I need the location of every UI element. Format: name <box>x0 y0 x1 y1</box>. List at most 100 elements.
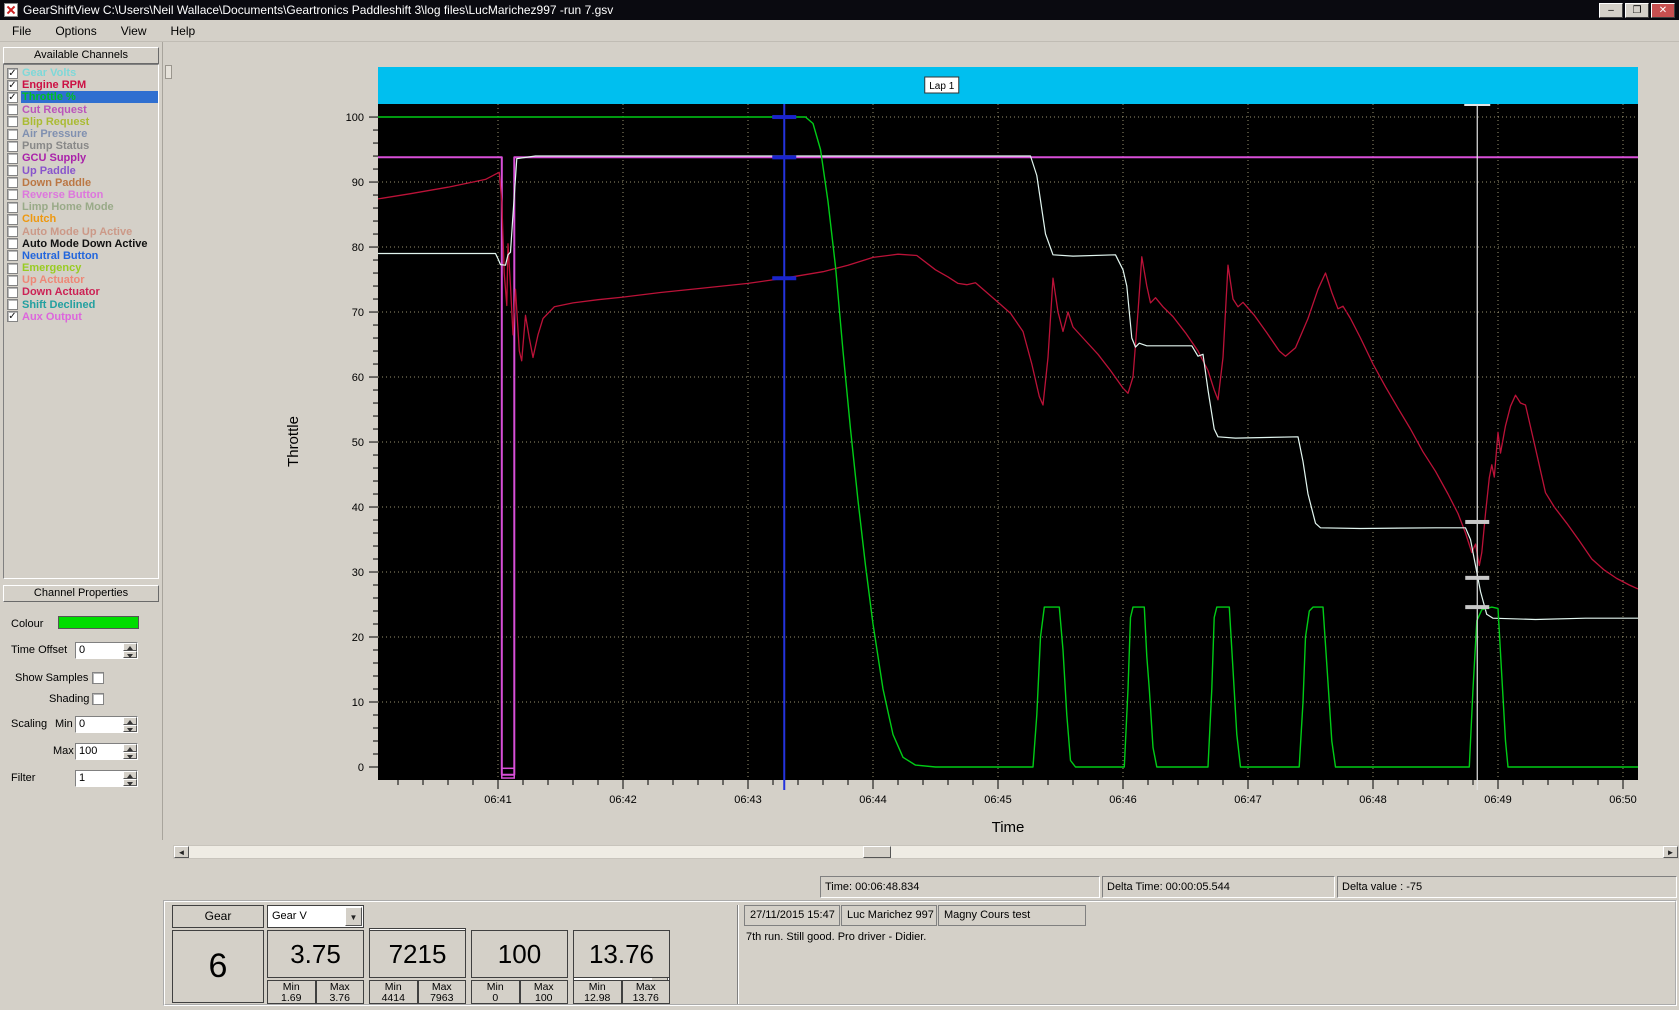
channel-label-wrap: Reverse Button <box>21 189 158 201</box>
cursor-white-mark <box>1465 575 1490 580</box>
menu-item-file[interactable]: File <box>0 21 43 41</box>
channel-checkbox[interactable] <box>7 274 18 286</box>
show-samples-label: Show Samples <box>15 672 89 684</box>
show-samples-checkbox[interactable] <box>92 672 104 684</box>
time-offset-input[interactable]: 0 <box>75 642 138 659</box>
sidebar-splitter[interactable] <box>162 42 173 840</box>
channel-checkbox[interactable] <box>7 116 18 128</box>
channel-item[interactable]: Cut Request <box>4 104 158 116</box>
spinner-up-icon[interactable] <box>123 717 137 725</box>
filter-input[interactable]: 1 <box>75 770 138 787</box>
channel-min-cell: Min 1.69 <box>267 980 316 1004</box>
channel-item[interactable]: ✓ Aux Output <box>4 311 158 323</box>
channel-checkbox[interactable] <box>7 165 18 177</box>
x-tick-label: 06:46 <box>1109 794 1137 806</box>
session-venue: Magny Cours test <box>938 905 1086 926</box>
channel-label: Shift Declined <box>22 298 96 311</box>
channel-item[interactable]: ✓ Engine RPM <box>4 79 158 91</box>
channel-item[interactable]: Blip Request <box>4 116 158 128</box>
menu-item-view[interactable]: View <box>109 21 159 41</box>
channel-item[interactable]: Air Pressure <box>4 128 158 140</box>
spinner-up-icon[interactable] <box>123 643 137 651</box>
channel-checkbox[interactable] <box>7 250 18 262</box>
channel-label-wrap: Auto Mode Up Active <box>21 226 158 238</box>
channel-item[interactable]: Up Paddle <box>4 165 158 177</box>
channel-item[interactable]: Neutral Button <box>4 250 158 262</box>
channel-selector-0[interactable]: Gear V ▼ <box>267 905 364 928</box>
scroll-left-icon[interactable]: ◄ <box>174 846 189 858</box>
channel-checkbox[interactable] <box>7 286 18 298</box>
channel-checkbox[interactable] <box>7 213 18 225</box>
channel-big-value: 3.75 <box>267 930 364 978</box>
channel-item[interactable]: Pump Status <box>4 140 158 152</box>
channel-checkbox[interactable] <box>7 128 18 140</box>
channel-checkbox[interactable] <box>7 177 18 189</box>
channel-item[interactable]: Down Actuator <box>4 286 158 298</box>
spinner-down-icon[interactable] <box>123 751 137 759</box>
channel-item[interactable]: Shift Declined <box>4 299 158 311</box>
channel-checkbox[interactable] <box>7 140 18 152</box>
channel-min-cell: Min 0 <box>471 980 520 1004</box>
channel-checkbox[interactable] <box>7 152 18 164</box>
y-axis-title: Throttle <box>285 416 302 467</box>
channel-checkbox[interactable] <box>7 201 18 213</box>
x-tick-label: 06:48 <box>1359 794 1387 806</box>
shading-checkbox[interactable] <box>92 693 104 705</box>
close-button[interactable]: ✕ <box>1651 2 1675 18</box>
spinner-up-icon[interactable] <box>123 771 137 779</box>
scrollbar-thumb[interactable] <box>863 846 891 858</box>
cursor-blue-mark <box>772 155 797 160</box>
telemetry-chart[interactable]: Lap 1 06:41 06:42 06:43 06:44 06:45 06:46 06:47… <box>173 42 1679 845</box>
channel-checkbox[interactable]: ✓ <box>7 91 18 103</box>
channel-checkbox[interactable] <box>7 299 18 311</box>
menu-item-help[interactable]: Help <box>159 21 208 41</box>
gear-header: Gear <box>172 905 264 928</box>
channel-item[interactable]: Limp Home Mode <box>4 201 158 213</box>
channel-item[interactable]: Auto Mode Down Active <box>4 238 158 250</box>
channel-item[interactable]: Auto Mode Up Active <box>4 225 158 238</box>
channel-item[interactable]: ✓ Gear Volts <box>4 67 158 79</box>
horizontal-scrollbar[interactable]: ◄ ► <box>173 845 1679 859</box>
channel-label-wrap: Blip Request <box>21 116 158 128</box>
colour-swatch[interactable] <box>58 616 139 629</box>
channel-checkbox[interactable] <box>7 262 18 274</box>
minimize-button[interactable]: – <box>1599 2 1623 18</box>
channel-label-wrap: Throttle % <box>21 91 158 104</box>
splitter-grip[interactable] <box>165 65 172 79</box>
spinner-up-icon[interactable] <box>123 744 137 752</box>
scaling-max-input[interactable]: 100 <box>75 743 138 760</box>
channel-item[interactable]: Up Actuator <box>4 274 158 286</box>
channel-item[interactable]: ✓ Throttle % <box>4 91 158 104</box>
channel-item[interactable]: GCU Supply <box>4 152 158 164</box>
channel-label-wrap: Engine RPM <box>21 79 158 91</box>
channel-checkbox[interactable]: ✓ <box>7 311 18 323</box>
maximize-button[interactable]: ❐ <box>1625 2 1649 18</box>
channel-checkbox[interactable]: ✓ <box>7 79 18 91</box>
channel-label: Up Paddle <box>22 164 76 177</box>
y-tick-label: 20 <box>352 632 364 644</box>
shading-label: Shading <box>49 693 90 705</box>
channel-checkbox[interactable] <box>7 104 18 116</box>
channel-item[interactable]: Emergency <box>4 262 158 274</box>
channel-checkbox[interactable] <box>7 238 18 250</box>
spinner-down-icon[interactable] <box>123 650 137 658</box>
channel-checkbox[interactable] <box>7 189 18 201</box>
spinner-down-icon[interactable] <box>123 778 137 786</box>
channel-label: Gear Volts <box>22 67 77 80</box>
channel-item[interactable]: Reverse Button <box>4 189 158 201</box>
channel-value-text: 7215 <box>388 938 447 969</box>
chevron-down-icon[interactable]: ▼ <box>345 907 362 926</box>
scroll-right-icon[interactable]: ► <box>1663 846 1678 858</box>
scaling-min-input[interactable]: 0 <box>75 716 138 733</box>
spinner-down-icon[interactable] <box>123 724 137 732</box>
channel-item[interactable]: Down Paddle <box>4 177 158 189</box>
minmax-value: 7963 <box>430 992 454 1004</box>
channel-big-value: 7215 <box>369 930 466 978</box>
menu-item-options[interactable]: Options <box>43 21 108 41</box>
channel-checkbox[interactable]: ✓ <box>7 67 18 79</box>
channel-checkbox[interactable] <box>7 226 18 238</box>
channel-max-cell: Max 7963 <box>417 980 466 1004</box>
minmax-value: 12.98 <box>584 992 611 1004</box>
channel-item[interactable]: Clutch <box>4 213 158 225</box>
plot-area[interactable] <box>378 67 1638 780</box>
